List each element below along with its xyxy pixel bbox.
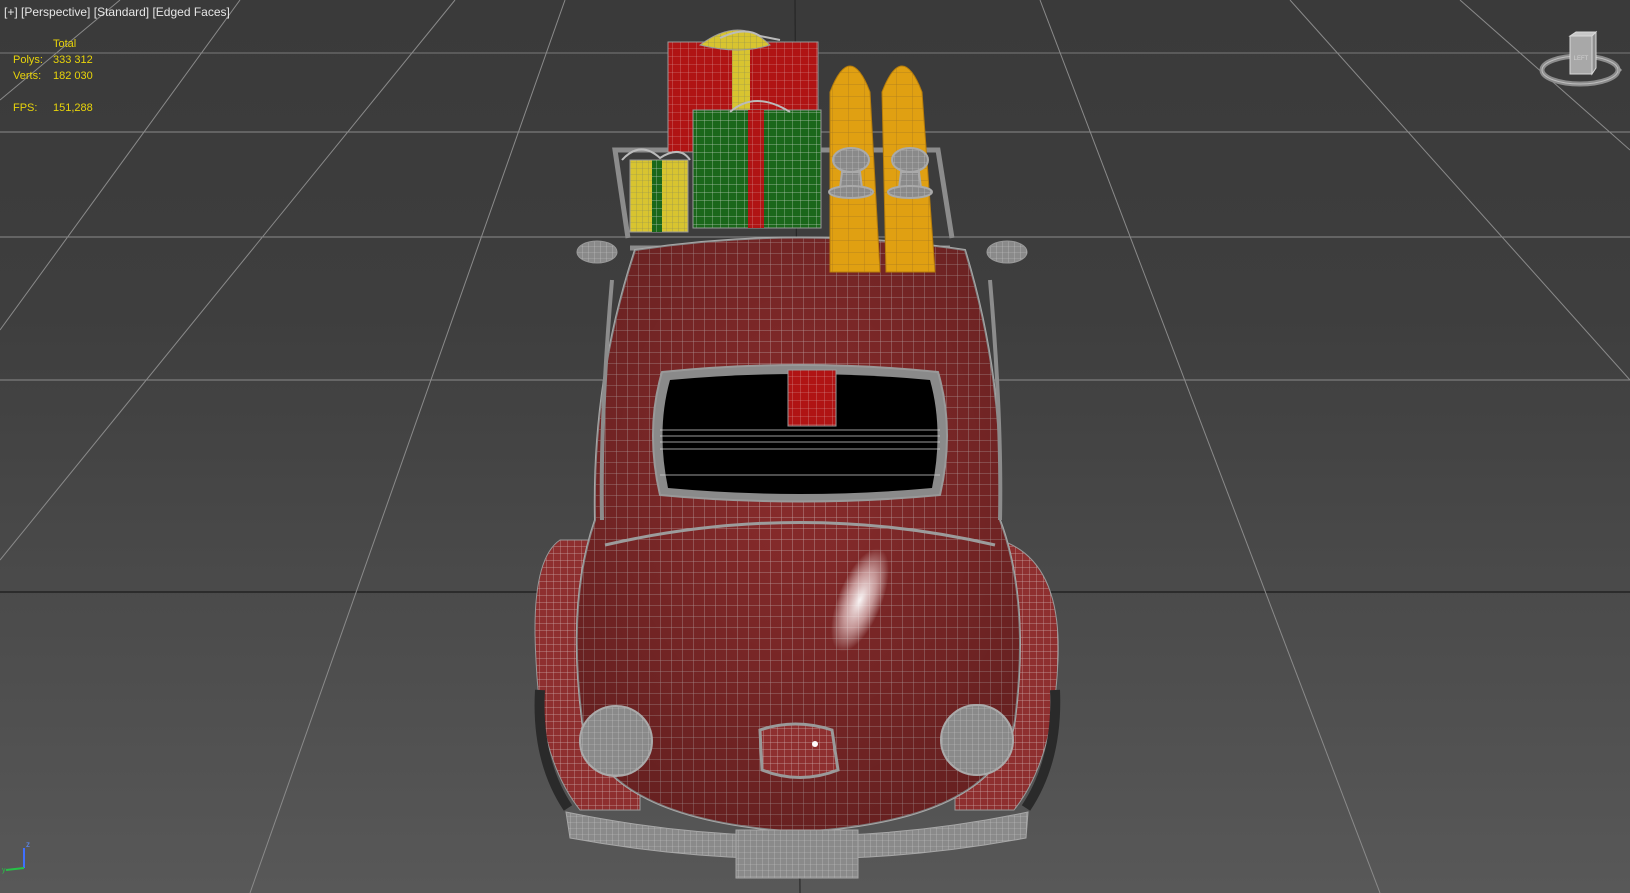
gift-boxes (621, 29, 822, 233)
viewport-menu-plus[interactable]: [+] (4, 5, 18, 19)
car-model (534, 147, 1061, 879)
stats-polys-label: Polys: (13, 54, 43, 66)
stats-polys-value: 333 312 (53, 54, 93, 66)
viewcube[interactable]: LEFT (1538, 30, 1622, 92)
viewcube-face-label[interactable]: LEFT (1574, 56, 1589, 62)
viewport-menu-pov[interactable]: [Perspective] (21, 5, 90, 19)
scene-canvas[interactable] (0, 0, 1630, 893)
axis-y-label: y (2, 867, 6, 874)
stats-header: Total (53, 38, 77, 50)
stats-fps-value: 151,288 (53, 102, 93, 114)
viewport-menu-display-mode[interactable]: [Edged Faces] (152, 5, 229, 19)
viewport-label-bar: [+] [Perspective] [Standard] [Edged Face… (4, 5, 230, 19)
perspective-viewport[interactable]: [+] [Perspective] [Standard] [Edged Face… (0, 0, 1630, 893)
stats-verts-value: 182 030 (53, 70, 93, 82)
stats-fps-label: FPS: (13, 102, 38, 114)
viewport-menu-shading-standard[interactable]: [Standard] (94, 5, 149, 19)
stats-verts-label: Verts: (13, 70, 42, 82)
axis-tripod: z y (2, 838, 38, 874)
axis-z-label: z (26, 840, 30, 849)
